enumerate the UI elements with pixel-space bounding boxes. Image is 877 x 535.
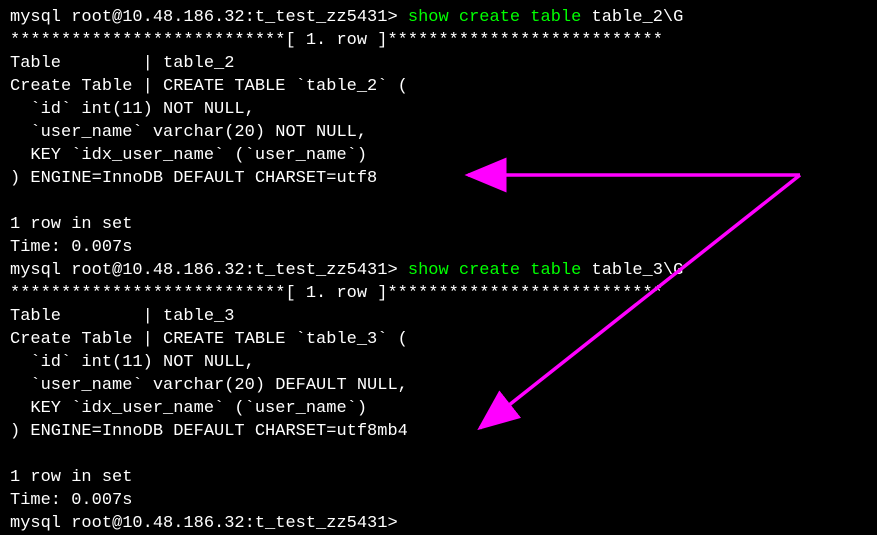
terminal-line: Table | table_2	[10, 52, 867, 75]
table-name: table_3\G	[592, 261, 684, 280]
terminal-line: ) ENGINE=InnoDB DEFAULT CHARSET=utf8	[10, 167, 867, 190]
output-text: ) ENGINE=InnoDB DEFAULT CHARSET=utf8	[10, 169, 377, 188]
mysql-prompt: mysql root@10.48.186.32:t_test_zz5431>	[10, 261, 408, 280]
terminal-line: `id` int(11) NOT NULL,	[10, 351, 867, 374]
output-text: Table | table_3	[10, 307, 234, 326]
terminal-line	[10, 190, 867, 213]
output-text: KEY `idx_user_name` (`user_name`)	[10, 146, 367, 165]
output-text: Create Table | CREATE TABLE `table_3` (	[10, 330, 408, 349]
terminal-line: 1 row in set	[10, 466, 867, 489]
output-text: `user_name` varchar(20) DEFAULT NULL,	[10, 376, 408, 395]
terminal-line: 1 row in set	[10, 213, 867, 236]
terminal-line: Create Table | CREATE TABLE `table_2` (	[10, 75, 867, 98]
terminal-line: Table | table_3	[10, 305, 867, 328]
terminal-line: ***************************[ 1. row ]***…	[10, 282, 867, 305]
terminal-line: `user_name` varchar(20) NOT NULL,	[10, 121, 867, 144]
row-separator: ***************************[ 1. row ]***…	[10, 31, 663, 50]
mysql-prompt: mysql root@10.48.186.32:t_test_zz5431>	[10, 8, 408, 27]
output-text: ) ENGINE=InnoDB DEFAULT CHARSET=utf8mb4	[10, 422, 408, 441]
terminal-output: mysql root@10.48.186.32:t_test_zz5431> s…	[10, 6, 867, 535]
terminal-line	[10, 443, 867, 466]
terminal-line: KEY `idx_user_name` (`user_name`)	[10, 397, 867, 420]
output-text: 1 row in set	[10, 468, 132, 487]
terminal-line: mysql root@10.48.186.32:t_test_zz5431>	[10, 512, 867, 535]
output-text: Table | table_2	[10, 54, 234, 73]
sql-command[interactable]: show create table	[408, 8, 592, 27]
output-text	[10, 192, 20, 211]
terminal-line: `id` int(11) NOT NULL,	[10, 98, 867, 121]
output-text: `id` int(11) NOT NULL,	[10, 100, 255, 119]
terminal-line: Time: 0.007s	[10, 236, 867, 259]
terminal-line: mysql root@10.48.186.32:t_test_zz5431> s…	[10, 6, 867, 29]
output-text: Time: 0.007s	[10, 491, 132, 510]
terminal-line: mysql root@10.48.186.32:t_test_zz5431> s…	[10, 259, 867, 282]
output-text: Time: 0.007s	[10, 238, 132, 257]
row-separator: ***************************[ 1. row ]***…	[10, 284, 663, 303]
mysql-prompt[interactable]: mysql root@10.48.186.32:t_test_zz5431>	[10, 514, 408, 533]
output-text	[10, 445, 20, 464]
output-text: 1 row in set	[10, 215, 132, 234]
output-text: `id` int(11) NOT NULL,	[10, 353, 255, 372]
terminal-line: Time: 0.007s	[10, 489, 867, 512]
terminal-line: ***************************[ 1. row ]***…	[10, 29, 867, 52]
sql-command[interactable]: show create table	[408, 261, 592, 280]
terminal-line: KEY `idx_user_name` (`user_name`)	[10, 144, 867, 167]
terminal-line: Create Table | CREATE TABLE `table_3` (	[10, 328, 867, 351]
output-text: KEY `idx_user_name` (`user_name`)	[10, 399, 367, 418]
output-text: `user_name` varchar(20) NOT NULL,	[10, 123, 367, 142]
terminal-line: `user_name` varchar(20) DEFAULT NULL,	[10, 374, 867, 397]
output-text: Create Table | CREATE TABLE `table_2` (	[10, 77, 408, 96]
table-name: table_2\G	[592, 8, 684, 27]
terminal-line: ) ENGINE=InnoDB DEFAULT CHARSET=utf8mb4	[10, 420, 867, 443]
